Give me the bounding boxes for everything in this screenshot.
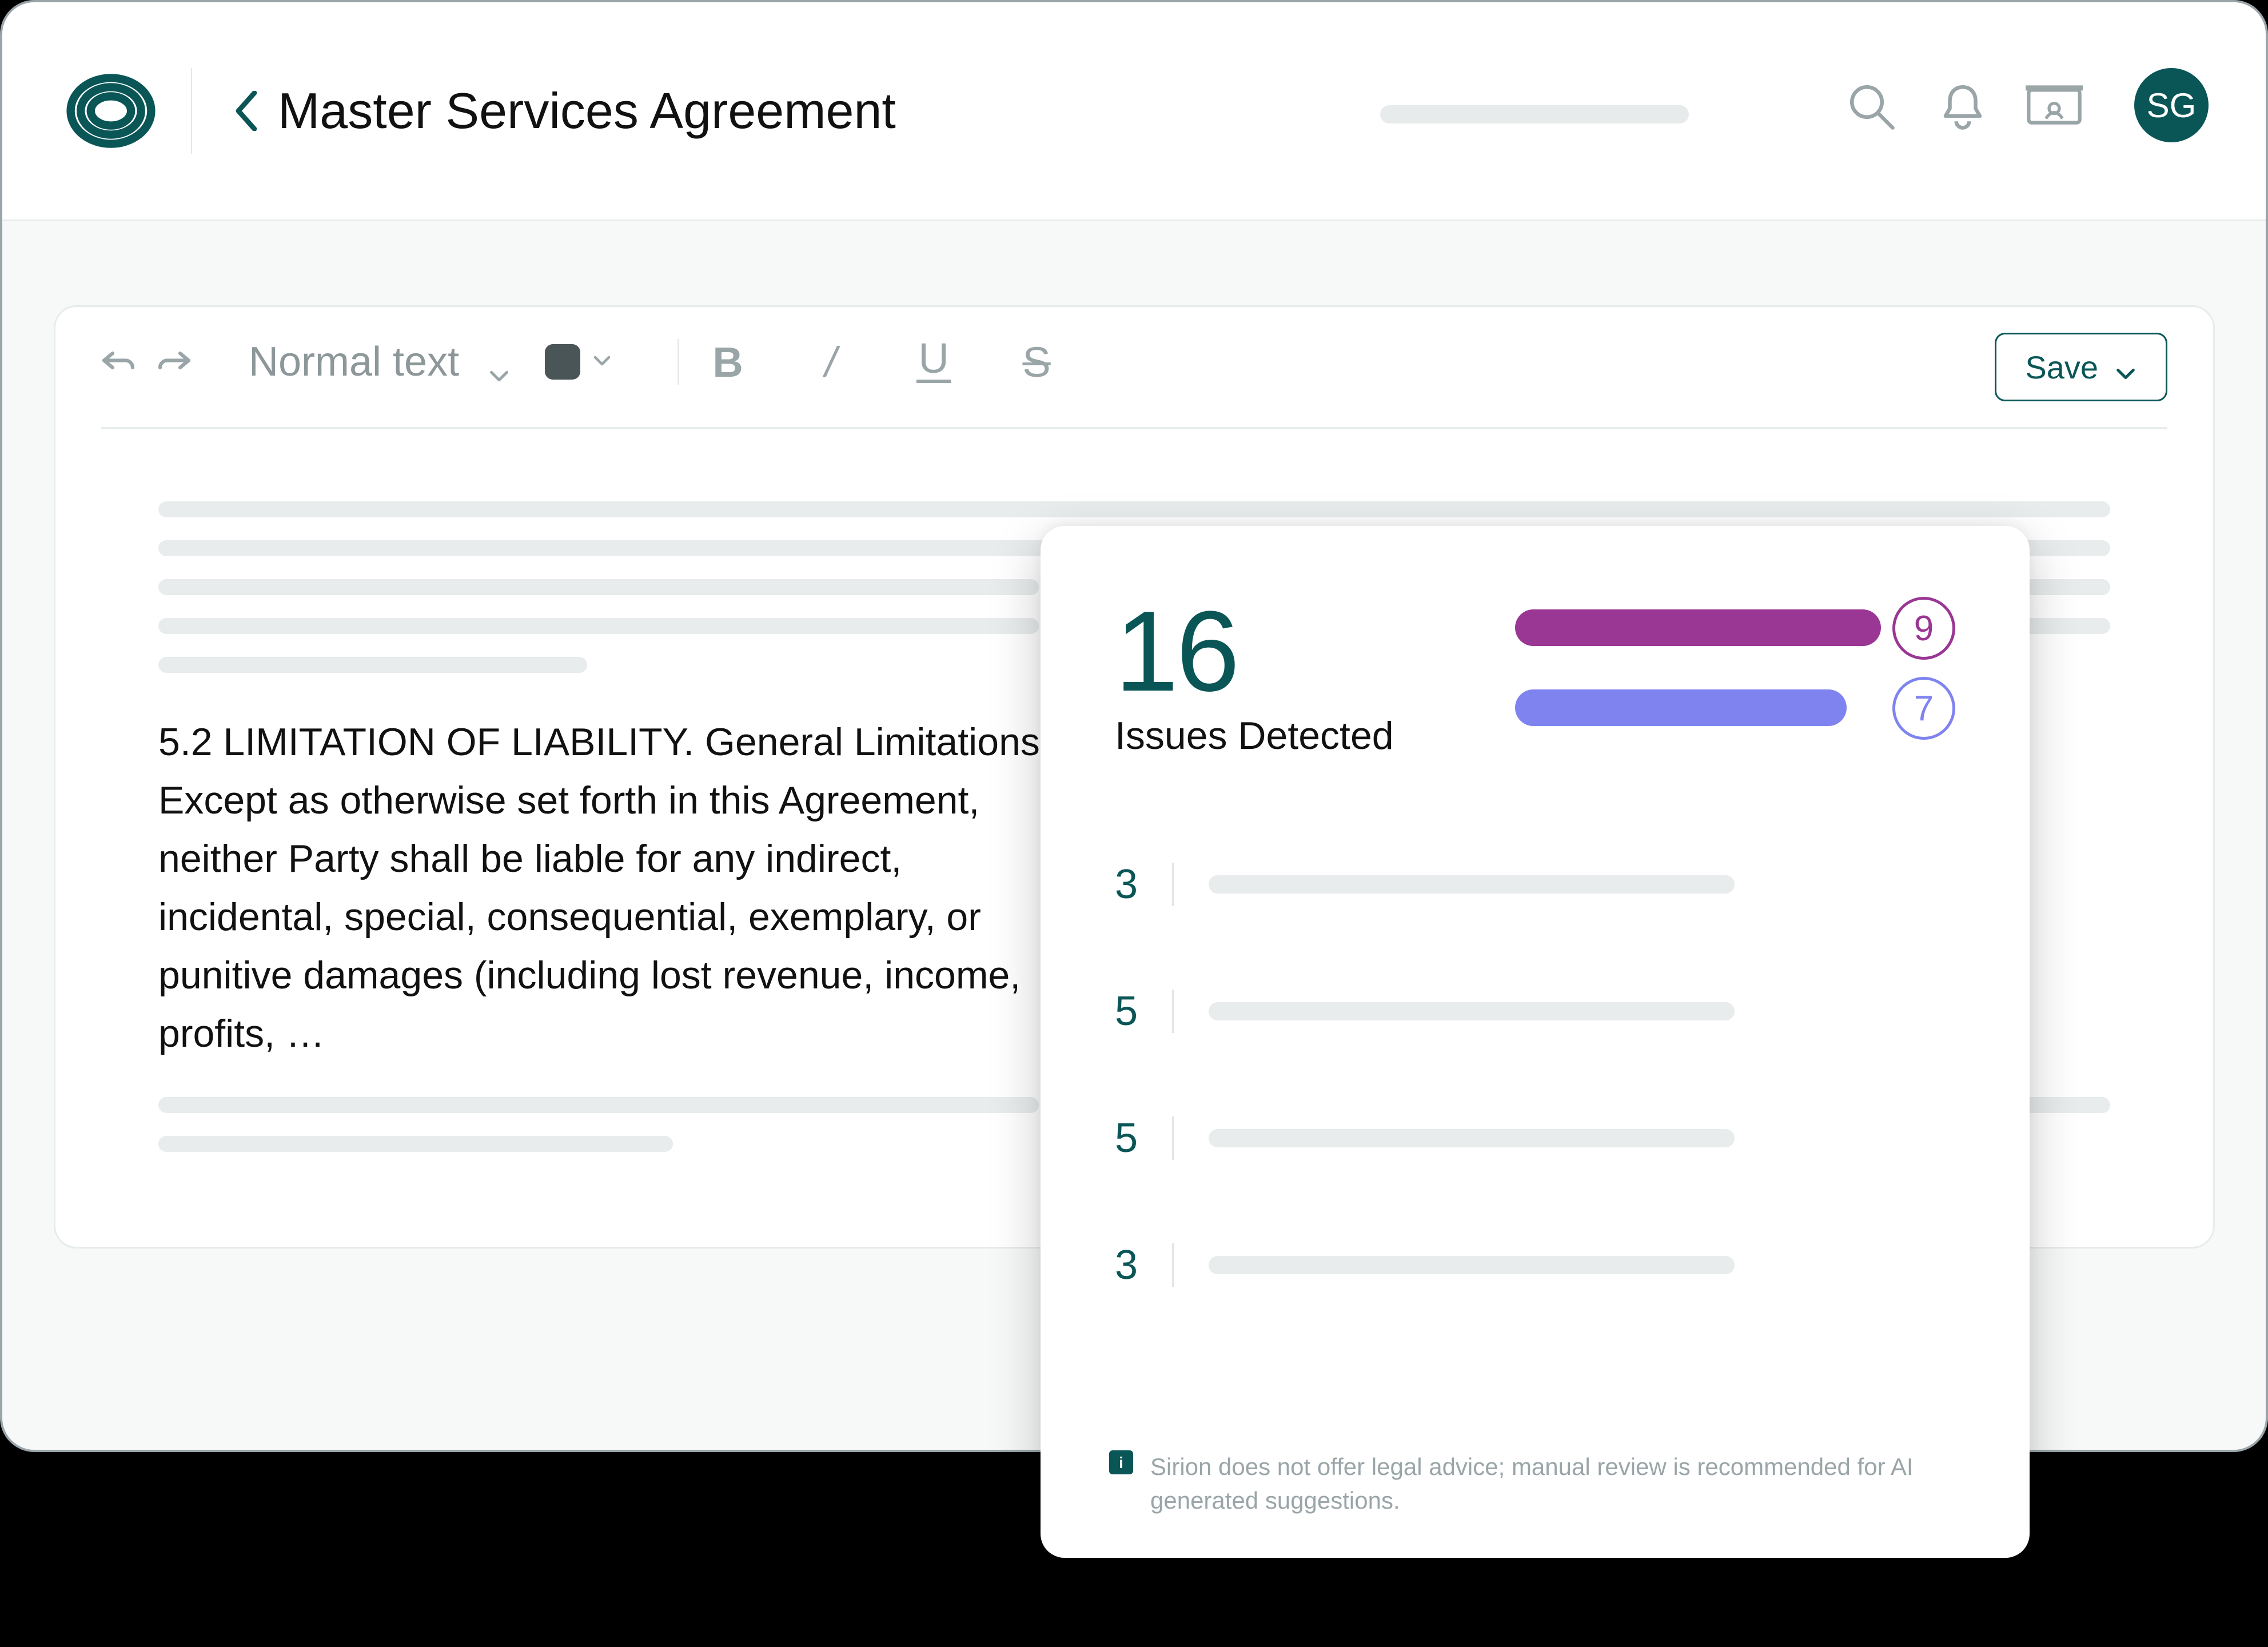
chevron-down-icon: [2114, 356, 2137, 378]
save-label: Save: [2025, 349, 2098, 386]
editor-toolbar: Normal text B / U: [55, 307, 2213, 385]
redo-button[interactable]: [157, 345, 192, 379]
italic-button[interactable]: /: [811, 342, 851, 382]
divider: [1172, 1243, 1174, 1287]
text-placeholder: [1209, 1256, 1735, 1274]
avatar-initials: SG: [2147, 86, 2197, 125]
page-title: Master Services Agreement: [278, 82, 896, 140]
app-header: Master Services Agreement SG: [2, 2, 2266, 220]
text-placeholder: [1209, 1002, 1735, 1020]
issue-row[interactable]: 5: [1115, 1115, 1955, 1162]
strike-button[interactable]: S: [1017, 342, 1057, 382]
issues-bar-2[interactable]: 7: [1515, 685, 1955, 731]
underline-button[interactable]: U: [914, 342, 954, 382]
bar-value: 7: [1892, 677, 1955, 740]
toolbar-border: [101, 427, 2167, 429]
divider: [1172, 1116, 1174, 1160]
disclaimer: i Sirion does not offer legal advice; ma…: [1109, 1450, 1961, 1518]
bell-icon[interactable]: [1934, 78, 1991, 135]
undo-button[interactable]: [101, 345, 135, 379]
back-icon[interactable]: [232, 91, 261, 131]
text-placeholder: [158, 1097, 1039, 1113]
text-placeholder: [158, 1136, 673, 1152]
present-icon[interactable]: [2026, 78, 2083, 135]
info-icon: i: [1109, 1450, 1133, 1474]
issue-row-count: 3: [1115, 861, 1161, 908]
brand-logo: [65, 65, 157, 157]
bold-button[interactable]: B: [708, 342, 748, 382]
text-placeholder: [158, 579, 1039, 595]
issues-label: Issues Detected: [1115, 713, 1394, 758]
issue-row-count: 5: [1115, 1115, 1161, 1162]
divider: [1172, 863, 1174, 906]
text-style-label: Normal text: [249, 338, 459, 385]
bar-value: 9: [1892, 597, 1955, 660]
bar-fill: [1515, 689, 1847, 726]
issue-row[interactable]: 5: [1115, 988, 1955, 1035]
color-swatch: [545, 344, 580, 380]
issues-count: 16: [1115, 595, 1394, 709]
issues-bar-1[interactable]: 9: [1515, 605, 1955, 651]
search-icon[interactable]: [1843, 78, 1900, 135]
divider: [1172, 990, 1174, 1033]
text-style-select[interactable]: Normal text: [249, 338, 511, 385]
issue-row-count: 3: [1115, 1242, 1161, 1289]
chevron-down-icon: [592, 350, 615, 373]
issue-row-count: 5: [1115, 988, 1161, 1035]
bar-fill: [1515, 609, 1881, 646]
chevron-down-icon: [488, 350, 511, 373]
issue-row[interactable]: 3: [1115, 1242, 1955, 1289]
save-button[interactable]: Save: [1995, 333, 2167, 401]
issue-row[interactable]: 3: [1115, 861, 1955, 908]
paragraph-5-2[interactable]: 5.2 LIMITATION OF LIABILITY. General Lim…: [158, 713, 1085, 1063]
text-placeholder: [158, 657, 587, 673]
avatar[interactable]: SG: [2134, 68, 2209, 142]
header-border: [2, 220, 2266, 221]
text-placeholder: [1209, 875, 1735, 894]
text-placeholder: [158, 618, 1039, 634]
issue-breakdown-list: 3 5 5 3: [1115, 861, 1955, 1289]
text-placeholder: [1209, 1129, 1735, 1147]
issues-panel: 16 Issues Detected 9 7 3 5: [1041, 526, 2030, 1558]
text-placeholder: [158, 501, 2110, 517]
text-color-picker[interactable]: [545, 344, 615, 380]
toolbar-divider: [677, 339, 679, 385]
header-placeholder: [1380, 105, 1689, 123]
issues-bars: 9 7: [1515, 595, 1955, 731]
disclaimer-text: Sirion does not offer legal advice; manu…: [1150, 1450, 1961, 1518]
header-divider: [191, 68, 192, 154]
